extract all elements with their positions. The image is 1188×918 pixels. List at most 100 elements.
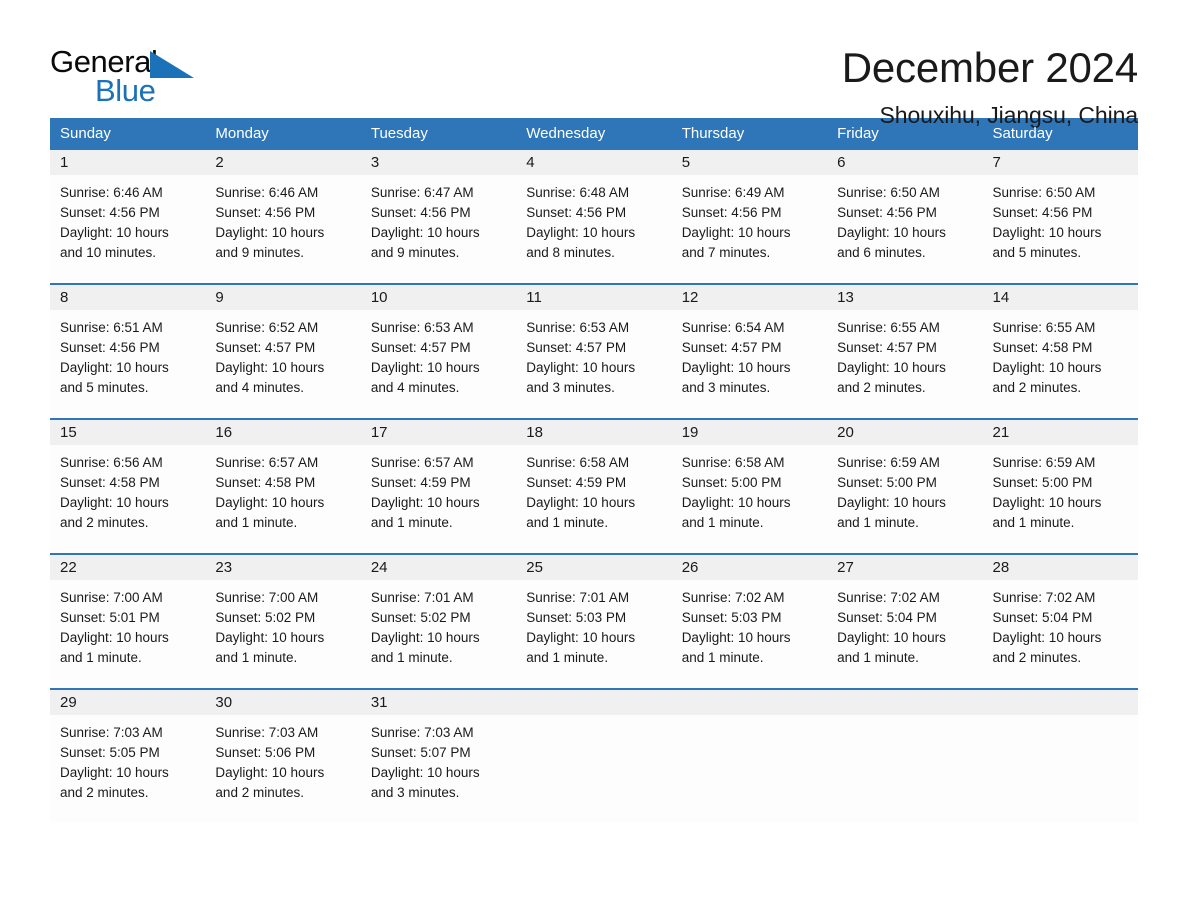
calendar-page: General Blue December 2024 Shouxihu, Jia… <box>0 0 1188 918</box>
daylight-line2-text: and 1 minute. <box>837 650 919 665</box>
day-cell[interactable]: Sunrise: 6:55 AM Sunset: 4:58 PM Daylight:… <box>983 310 1138 418</box>
daylight-line2-text: and 1 minute. <box>60 650 142 665</box>
day-cell[interactable]: Sunrise: 6:54 AM Sunset: 4:57 PM Daylight:… <box>672 310 827 418</box>
day-cell[interactable]: Sunrise: 6:50 AM Sunset: 4:56 PM Daylight:… <box>827 175 982 283</box>
day-cell[interactable]: Sunrise: 6:56 AM Sunset: 4:58 PM Daylight:… <box>50 445 205 553</box>
day-cell[interactable]: Sunrise: 6:55 AM Sunset: 4:57 PM Daylight:… <box>827 310 982 418</box>
sunrise-text: Sunrise: 7:01 AM <box>370 590 474 605</box>
day-cell[interactable]: Sunrise: 7:03 AM Sunset: 5:05 PM Daylight:… <box>50 715 205 823</box>
title-block: December 2024 Shouxihu, Jiangsu, China <box>200 46 1138 129</box>
day-cell[interactable]: Sunrise: 6:46 AM Sunset: 4:56 PM Daylight:… <box>205 175 360 283</box>
day-number[interactable]: 18 <box>516 420 671 445</box>
day-number[interactable]: 17 <box>361 420 516 445</box>
sunrise-text: Sunrise: 6:51 AM <box>60 320 163 335</box>
day-number[interactable]: 14 <box>983 285 1138 310</box>
daylight-line1-text: Daylight: 10 hours <box>60 360 169 375</box>
day-cell[interactable]: Sunrise: 6:53 AM Sunset: 4:57 PM Daylight:… <box>516 310 671 418</box>
day-cell[interactable]: Sunrise: 7:02 AM Sunset: 5:03 PM Daylight:… <box>672 580 827 688</box>
sunset-text: Sunset: 5:06 PM <box>215 745 316 760</box>
day-number[interactable]: 25 <box>516 555 671 580</box>
sunset-text: Sunset: 4:59 PM <box>526 475 627 490</box>
day-number[interactable]: 22 <box>50 555 205 580</box>
sunrise-text: Sunrise: 7:00 AM <box>215 590 319 605</box>
day-number[interactable]: 19 <box>672 420 827 445</box>
day-number[interactable]: 3 <box>361 150 516 175</box>
day-number[interactable]: 20 <box>827 420 982 445</box>
daylight-line2-text: and 2 minutes. <box>60 785 149 800</box>
sunrise-text: Sunrise: 7:02 AM <box>681 590 785 605</box>
logo-word-blue: Blue <box>95 73 156 108</box>
day-number[interactable]: 7 <box>983 150 1138 175</box>
day-number-empty <box>516 690 671 715</box>
day-number[interactable]: 30 <box>205 690 360 715</box>
daylight-line1-text: Daylight: 10 hours <box>992 225 1102 240</box>
day-number[interactable]: 10 <box>361 285 516 310</box>
sunrise-text: Sunrise: 6:58 AM <box>526 455 630 470</box>
daylight-line2-text: and 8 minutes. <box>526 245 615 260</box>
sunset-text: Sunset: 4:57 PM <box>837 340 937 355</box>
day-number[interactable]: 31 <box>361 690 516 715</box>
day-cell[interactable]: Sunrise: 7:01 AM Sunset: 5:02 PM Daylight:… <box>361 580 516 688</box>
day-cell[interactable]: Sunrise: 6:47 AM Sunset: 4:56 PM Daylight:… <box>361 175 516 283</box>
day-number[interactable]: 13 <box>827 285 982 310</box>
day-number[interactable]: 29 <box>50 690 205 715</box>
day-number-empty <box>672 690 827 715</box>
day-number[interactable]: 15 <box>50 420 205 445</box>
day-number[interactable]: 21 <box>983 420 1138 445</box>
calendar-week-row: 15 16 17 18 19 20 21 Sunrise: 6:56 AM Sunset: 4:… <box>50 418 1138 553</box>
daylight-line1-text: Daylight: 10 hours <box>992 630 1102 645</box>
day-number[interactable]: 16 <box>205 420 360 445</box>
sunset-text: Sunset: 4:56 PM <box>837 205 937 220</box>
sunset-text: Sunset: 5:07 PM <box>370 745 471 760</box>
daylight-line1-text: Daylight: 10 hours <box>60 225 169 240</box>
day-number[interactable]: 28 <box>983 555 1138 580</box>
day-cell[interactable]: Sunrise: 7:00 AM Sunset: 5:01 PM Daylight:… <box>50 580 205 688</box>
daylight-line1-text: Daylight: 10 hours <box>837 630 946 645</box>
day-cell[interactable]: Sunrise: 6:49 AM Sunset: 4:56 PM Daylight:… <box>672 175 827 283</box>
day-cell[interactable]: Sunrise: 7:02 AM Sunset: 5:04 PM Daylight:… <box>983 580 1138 688</box>
day-cell[interactable]: Sunrise: 7:03 AM Sunset: 5:06 PM Daylight:… <box>205 715 360 823</box>
day-cell[interactable]: Sunrise: 6:53 AM Sunset: 4:57 PM Daylight:… <box>361 310 516 418</box>
day-cell[interactable]: Sunrise: 6:48 AM Sunset: 4:56 PM Daylight:… <box>516 175 671 283</box>
sunrise-text: Sunrise: 7:00 AM <box>60 590 163 605</box>
day-number[interactable]: 11 <box>516 285 671 310</box>
day-cell[interactable]: Sunrise: 6:59 AM Sunset: 5:00 PM Daylight:… <box>827 445 982 553</box>
day-cell[interactable]: Sunrise: 6:52 AM Sunset: 4:57 PM Daylight:… <box>205 310 360 418</box>
day-cell[interactable]: Sunrise: 6:58 AM Sunset: 4:59 PM Daylight:… <box>516 445 671 553</box>
day-number[interactable]: 12 <box>672 285 827 310</box>
daylight-line2-text: and 10 minutes. <box>60 245 157 260</box>
day-number[interactable]: 6 <box>827 150 982 175</box>
day-number[interactable]: 23 <box>205 555 360 580</box>
day-cell[interactable]: Sunrise: 6:57 AM Sunset: 4:59 PM Daylight:… <box>361 445 516 553</box>
day-cell[interactable]: Sunrise: 6:59 AM Sunset: 5:00 PM Daylight:… <box>983 445 1138 553</box>
sunset-text: Sunset: 5:04 PM <box>992 610 1093 625</box>
day-number[interactable]: 24 <box>361 555 516 580</box>
daylight-line2-text: and 3 minutes. <box>681 380 771 395</box>
day-number[interactable]: 26 <box>672 555 827 580</box>
general-blue-logo[interactable]: General Blue <box>50 46 200 110</box>
week-detail-band: Sunrise: 6:46 AM Sunset: 4:56 PM Daylight:… <box>50 175 1138 283</box>
day-cell[interactable]: Sunrise: 6:57 AM Sunset: 4:58 PM Daylight:… <box>205 445 360 553</box>
day-number[interactable]: 8 <box>50 285 205 310</box>
day-number[interactable]: 1 <box>50 150 205 175</box>
daylight-line1-text: Daylight: 10 hours <box>215 495 325 510</box>
sunset-text: Sunset: 5:00 PM <box>681 475 782 490</box>
day-cell[interactable]: Sunrise: 6:58 AM Sunset: 5:00 PM Daylight:… <box>672 445 827 553</box>
day-cell[interactable]: Sunrise: 6:51 AM Sunset: 4:56 PM Daylight:… <box>50 310 205 418</box>
sunset-text: Sunset: 5:00 PM <box>992 475 1093 490</box>
sunrise-text: Sunrise: 7:02 AM <box>837 590 940 605</box>
day-cell[interactable]: Sunrise: 6:46 AM Sunset: 4:56 PM Daylight:… <box>50 175 205 283</box>
daylight-line2-text: and 9 minutes. <box>370 245 460 260</box>
day-number[interactable]: 4 <box>516 150 671 175</box>
day-number[interactable]: 2 <box>205 150 360 175</box>
day-cell[interactable]: Sunrise: 7:03 AM Sunset: 5:07 PM Daylight:… <box>361 715 516 823</box>
day-number[interactable]: 27 <box>827 555 982 580</box>
day-cell[interactable]: Sunrise: 7:01 AM Sunset: 5:03 PM Daylight:… <box>516 580 671 688</box>
day-number[interactable]: 5 <box>672 150 827 175</box>
day-cell[interactable]: Sunrise: 6:50 AM Sunset: 4:56 PM Daylight:… <box>983 175 1138 283</box>
day-cell[interactable]: Sunrise: 7:02 AM Sunset: 5:04 PM Daylight:… <box>827 580 982 688</box>
day-cell[interactable]: Sunrise: 7:00 AM Sunset: 5:02 PM Daylight:… <box>205 580 360 688</box>
daylight-line2-text: and 1 minute. <box>215 515 298 530</box>
day-number[interactable]: 9 <box>205 285 360 310</box>
daylight-line2-text: and 1 minute. <box>526 650 609 665</box>
